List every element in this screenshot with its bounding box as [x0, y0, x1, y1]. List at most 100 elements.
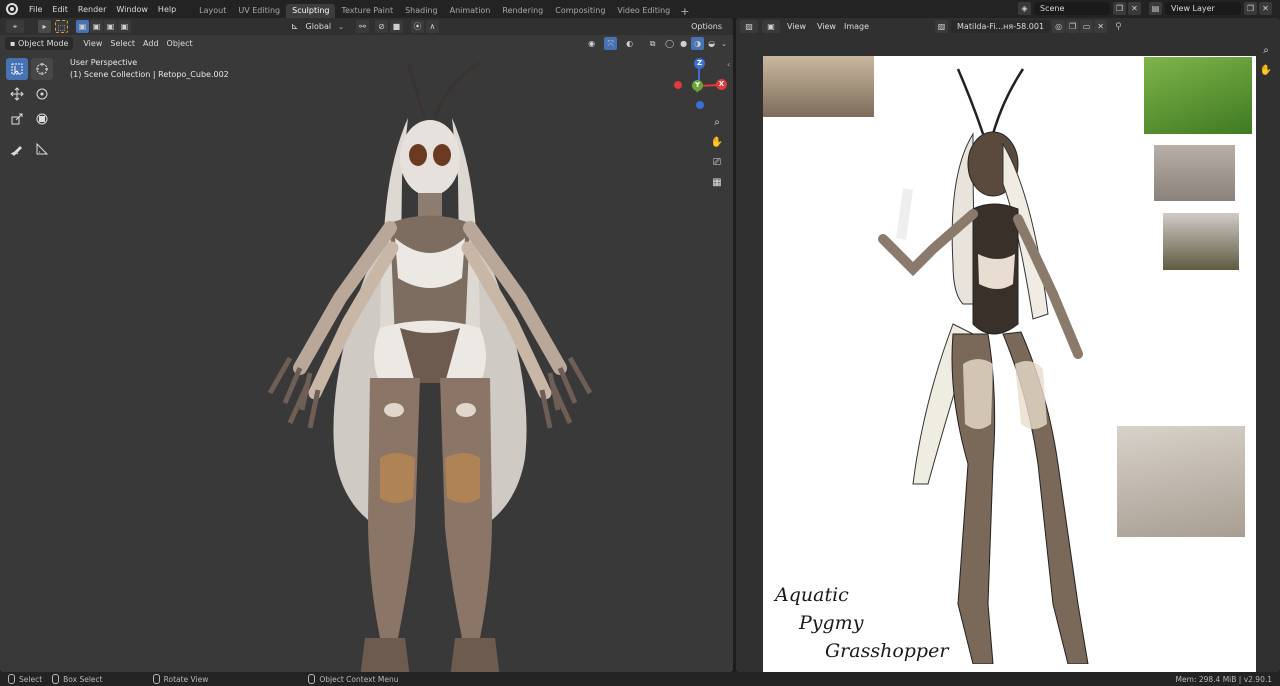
delete-scene-icon[interactable]: ✕ [1128, 2, 1141, 15]
move-icon[interactable] [6, 83, 28, 105]
wireframe-shading-icon[interactable]: ◯ [663, 37, 677, 50]
rendered-shading-icon[interactable]: ◒ [705, 37, 719, 50]
gizmo-y-icon[interactable]: Y [692, 80, 703, 91]
image-mode-icon[interactable]: ▣ [762, 20, 780, 33]
status-rotate: Rotate View [152, 674, 208, 684]
transform-icon[interactable] [31, 108, 53, 130]
status-box-select: Box Select [52, 674, 103, 684]
mouse-left-icon [8, 674, 15, 684]
editor-type-icon[interactable]: ⌖ [6, 20, 24, 33]
character-model[interactable] [230, 38, 630, 672]
gizmo-neg-z-icon[interactable] [696, 101, 704, 109]
status-context: Object Context Menu [308, 674, 399, 684]
menu-image[interactable]: Image [840, 22, 873, 31]
gizmo-neg-x-icon[interactable] [674, 81, 682, 89]
menu-object[interactable]: Object [163, 39, 197, 48]
scene-icon[interactable]: ◈ [1018, 2, 1031, 15]
open-image-icon[interactable]: ▭ [1080, 20, 1094, 33]
menu-add[interactable]: Add [139, 39, 163, 48]
workspace-tabs: Layout UV Editing Sculpting Texture Pain… [193, 0, 689, 18]
mode-new-icon[interactable]: ▣ [76, 20, 89, 33]
menu-view[interactable]: View [813, 22, 840, 31]
pan-hand-icon[interactable]: ✋ [707, 132, 727, 152]
menu-window[interactable]: Window [111, 5, 153, 14]
viewport-collection-label: (1) Scene Collection | Retopo_Cube.002 [70, 70, 229, 79]
ortho-grid-icon[interactable]: ▦ [707, 172, 727, 192]
image-name-field[interactable]: Matilda-Fi...ня-58.001 [951, 20, 1051, 33]
view-layer-selector: ▤ View Layer ❐ ✕ [1149, 2, 1272, 15]
unlink-image-icon[interactable]: ✕ [1094, 20, 1108, 33]
insect-photo-3 [1154, 145, 1235, 201]
view-mode-dropdown[interactable]: View [782, 20, 811, 33]
selection-modes: ▣ ▣ ▣ ▣ [76, 20, 131, 33]
transform-orientation[interactable]: ⊾ Global ⌄ [291, 20, 344, 33]
annotate-icon[interactable] [6, 138, 28, 160]
zoom-icon[interactable]: ⌕ [707, 112, 727, 132]
new-scene-icon[interactable]: ❐ [1113, 2, 1126, 15]
rotate-icon[interactable] [31, 83, 53, 105]
tab-sculpting[interactable]: Sculpting [286, 4, 336, 18]
image-editor-area[interactable]: ▨ ▣ View View Image ▨ Matilda-Fi...ня-58… [736, 18, 1280, 672]
new-view-layer-icon[interactable]: ❐ [1244, 2, 1257, 15]
tab-video-editing[interactable]: Video Editing [611, 4, 676, 18]
select-mode-icon[interactable]: ⬚ [55, 20, 68, 33]
tab-shading[interactable]: Shading [399, 4, 444, 18]
pivot-icon[interactable]: ⚯ [355, 20, 369, 33]
pin-icon[interactable]: ⚲ [1115, 22, 1122, 32]
reference-image[interactable]: Aquatic Pygmy Grasshopper [763, 56, 1256, 672]
material-shading-icon[interactable]: ◑ [691, 37, 705, 50]
image-browse-icon[interactable]: ▨ [935, 20, 949, 33]
select-box-icon[interactable] [6, 58, 28, 80]
menu-file[interactable]: File [24, 5, 47, 14]
proportional-icon[interactable]: ⦿ [410, 20, 424, 33]
fake-user-icon[interactable]: ◎ [1052, 20, 1066, 33]
xray-icon[interactable]: ⧉ [646, 37, 660, 50]
mode-subtract-icon[interactable]: ▣ [104, 20, 117, 33]
view-layer-icon[interactable]: ▤ [1149, 2, 1162, 15]
delete-view-layer-icon[interactable]: ✕ [1259, 2, 1272, 15]
tweak-tool-icon[interactable]: ▸ [38, 20, 51, 33]
mode-extend-icon[interactable]: ▣ [90, 20, 103, 33]
tab-compositing[interactable]: Compositing [549, 4, 611, 18]
tab-uv-editing[interactable]: UV Editing [232, 4, 286, 18]
menu-view[interactable]: View [79, 39, 106, 48]
scale-icon[interactable] [6, 108, 28, 130]
sidebar-toggle-icon[interactable]: ‹ [727, 60, 730, 69]
camera-view-icon[interactable]: ⎚ [707, 152, 727, 172]
snap-target-icon[interactable]: ■ [389, 20, 403, 33]
memory-version-label: Mem: 298.4 MiB | v2.90.1 [1175, 674, 1272, 684]
3d-viewport-area[interactable]: ⌖ ▸ ⬚ ▣ ▣ ▣ ▣ ⊾ Global ⌄ ⚯ ⊘ ■ ⦿ ∧ Optio… [0, 18, 733, 672]
tab-animation[interactable]: Animation [444, 4, 497, 18]
menu-render[interactable]: Render [73, 5, 111, 14]
blender-logo-icon[interactable] [6, 3, 18, 15]
measure-icon[interactable] [31, 138, 53, 160]
gizmo-z-icon[interactable]: Z [694, 58, 705, 69]
mode-intersect-icon[interactable]: ▣ [118, 20, 131, 33]
chevron-down-icon[interactable]: ⌄ [721, 40, 727, 48]
pan-hand-icon[interactable]: ✋ [1256, 60, 1276, 80]
tab-texture-paint[interactable]: Texture Paint [335, 4, 399, 18]
gizmo-x-icon[interactable]: X [716, 79, 727, 90]
solid-shading-icon[interactable]: ● [677, 37, 691, 50]
add-workspace-icon[interactable]: + [680, 5, 689, 18]
menu-edit[interactable]: Edit [47, 5, 73, 14]
insect-photo-2 [1144, 57, 1252, 134]
cursor-icon[interactable] [31, 58, 53, 80]
menu-help[interactable]: Help [153, 5, 181, 14]
tab-layout[interactable]: Layout [193, 4, 232, 18]
view-layer-field[interactable]: View Layer [1165, 2, 1241, 15]
pivot-snap-group: ⚯ ⊘ ■ ⦿ ∧ [355, 20, 439, 33]
falloff-icon[interactable]: ∧ [425, 20, 439, 33]
menu-select[interactable]: Select [106, 39, 139, 48]
orientation-dropdown[interactable]: Global [301, 20, 337, 33]
navigation-gizmo[interactable]: Z X Y [668, 56, 728, 116]
scene-field[interactable]: Scene [1034, 2, 1110, 15]
zoom-icon[interactable]: ⌕ [1256, 40, 1276, 60]
editor-type-icon[interactable]: ▨ [740, 20, 758, 33]
snap-icon[interactable]: ⊘ [374, 20, 388, 33]
options-dropdown[interactable]: Options [686, 20, 727, 33]
mode-dropdown[interactable]: ▪ Object Mode [5, 37, 74, 50]
new-image-icon[interactable]: ❐ [1066, 20, 1080, 33]
toolbar [6, 58, 53, 160]
tab-rendering[interactable]: Rendering [496, 4, 549, 18]
